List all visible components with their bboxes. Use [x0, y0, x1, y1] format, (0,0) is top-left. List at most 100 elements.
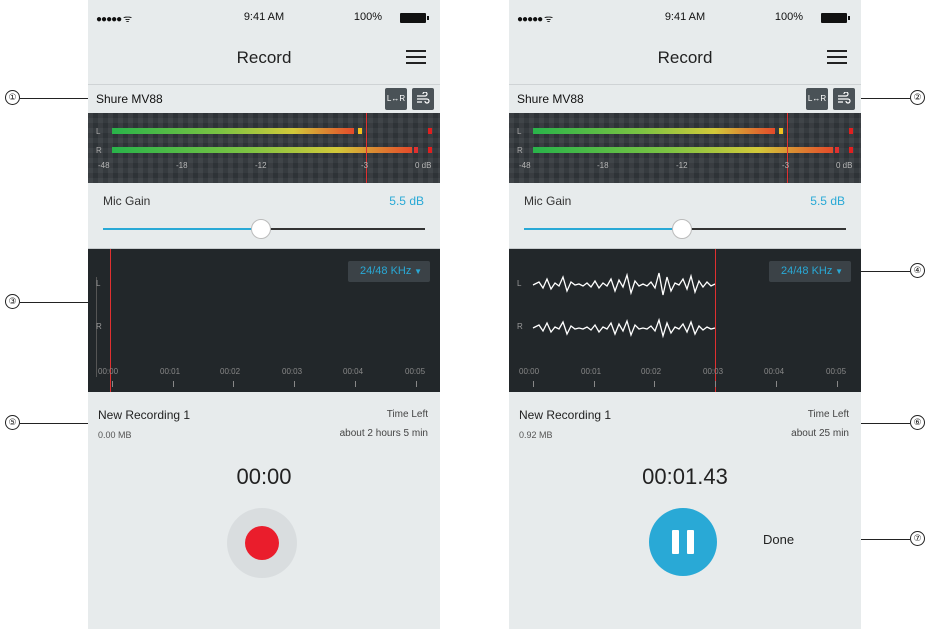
tick-mark	[715, 381, 716, 387]
level-meter: L R -48 -18 -12 -3 0 dB	[88, 113, 440, 183]
meter-scale-label: -18	[597, 161, 609, 170]
done-button[interactable]: Done	[763, 532, 794, 547]
meter-peak-left	[358, 128, 362, 134]
sample-rate-value: 24/48 KHz	[781, 265, 833, 277]
battery-percent: 100%	[353, 11, 382, 23]
wind-filter-button[interactable]	[412, 88, 434, 110]
meter-peak-left	[779, 128, 783, 134]
time-tick: 00:05	[826, 367, 847, 376]
time-tick: 00:01	[581, 367, 602, 376]
recording-timer: 00:00	[236, 464, 292, 489]
pause-button[interactable]	[649, 508, 717, 576]
tick-mark	[173, 381, 174, 387]
sample-rate-dropdown[interactable]: 24/48 KHz ▼	[348, 261, 430, 282]
lr-swap-button[interactable]: L↔R	[806, 88, 828, 110]
mic-gain-slider[interactable]	[103, 219, 425, 239]
right-screen: ●●●●● ᯤ 9:41 AM 100% Record Shure MV88 L…	[509, 0, 861, 629]
record-icon	[245, 526, 279, 560]
meter-scale-label: -12	[255, 161, 267, 170]
waveform-right-channel	[532, 317, 716, 339]
device-bar: Shure MV88 L↔R	[509, 84, 861, 112]
pause-icon	[687, 530, 694, 554]
time-tick: 00:04	[343, 367, 364, 376]
wind-icon	[838, 91, 851, 104]
mic-gain-panel: Mic Gain 5.5 dB	[88, 183, 440, 249]
record-button[interactable]	[227, 508, 297, 578]
meter-scale-label: -3	[361, 161, 369, 170]
callout-3: ③	[5, 294, 20, 309]
waveform-left-channel	[532, 272, 716, 296]
pause-icon	[672, 530, 679, 554]
level-meter: L R -48 -18 -12 -3 0 dB	[509, 113, 861, 183]
meter-channel-r: R	[96, 146, 102, 155]
mic-gain-slider[interactable]	[524, 219, 846, 239]
chevron-down-icon: ▼	[835, 267, 843, 276]
mic-gain-fill	[103, 228, 261, 230]
tick-mark	[355, 381, 356, 387]
lr-swap-button[interactable]: L↔R	[385, 88, 407, 110]
device-bar: Shure MV88 L↔R	[88, 84, 440, 112]
left-screen: ●●●●● ᯤ 9:41 AM 100% Record Shure MV88 L…	[88, 0, 440, 629]
time-tick: 00:03	[282, 367, 303, 376]
time-tick: 00:03	[703, 367, 724, 376]
callout-leader	[20, 302, 88, 303]
time-left-label: Time Left	[386, 409, 428, 420]
clip-indicator-left	[428, 128, 432, 134]
battery-icon	[821, 13, 850, 23]
callout-leader	[861, 98, 910, 99]
time-tick: 00:01	[160, 367, 181, 376]
tick-mark	[654, 381, 655, 387]
wind-filter-button[interactable]	[833, 88, 855, 110]
nav-bar: Record	[509, 36, 861, 80]
time-left-value: about 25 min	[791, 428, 849, 439]
meter-channel-r: R	[517, 146, 523, 155]
clip-indicator-right	[428, 147, 432, 153]
recording-timer: 00:01.43	[642, 464, 728, 489]
clip-indicator-left	[849, 128, 853, 134]
time-tick: 00:05	[405, 367, 426, 376]
mic-gain-value: 5.5 dB	[389, 194, 424, 208]
tick-mark	[837, 381, 838, 387]
callout-7: ⑦	[910, 531, 925, 546]
time-tick: 00:00	[98, 367, 119, 376]
callout-5: ⑤	[5, 415, 20, 430]
meter-scale-label: -48	[98, 161, 110, 170]
hamburger-menu-icon[interactable]	[827, 50, 847, 65]
meter-scale-label: 0 dB	[836, 161, 853, 170]
tick-mark	[416, 381, 417, 387]
callout-leader	[20, 98, 88, 99]
meter-bar-right	[533, 147, 833, 153]
tick-mark	[776, 381, 777, 387]
time-left-value: about 2 hours 5 min	[339, 428, 428, 439]
time-tick: 00:04	[764, 367, 785, 376]
hamburger-menu-icon[interactable]	[406, 50, 426, 65]
time-tick: 00:02	[641, 367, 662, 376]
meter-peak-right	[835, 147, 839, 153]
meter-target-marker	[787, 113, 788, 183]
recording-info: New Recording 1 0.92 MB Time Left about …	[509, 392, 861, 452]
device-name: Shure MV88	[517, 92, 584, 106]
status-bar: ●●●●● ᯤ 9:41 AM 100%	[88, 0, 440, 36]
device-name: Shure MV88	[96, 92, 163, 106]
battery-percent: 100%	[774, 11, 803, 23]
sample-rate-value: 24/48 KHz	[360, 265, 412, 277]
meter-peak-right	[414, 147, 418, 153]
mic-gain-thumb[interactable]	[671, 219, 692, 239]
callout-4: ④	[910, 263, 925, 278]
meter-scale-label: -18	[176, 161, 188, 170]
wave-channel-l: L	[96, 279, 101, 288]
mic-gain-panel: Mic Gain 5.5 dB	[509, 183, 861, 249]
callout-leader	[861, 423, 910, 424]
tick-mark	[533, 381, 534, 387]
page-title: Record	[236, 48, 292, 67]
mic-gain-value: 5.5 dB	[810, 194, 845, 208]
recording-info: New Recording 1 0.00 MB Time Left about …	[88, 392, 440, 452]
mic-gain-label: Mic Gain	[103, 194, 151, 208]
sample-rate-dropdown[interactable]: 24/48 KHz ▼	[769, 261, 851, 282]
mic-gain-thumb[interactable]	[250, 219, 271, 239]
wave-channel-r: R	[96, 322, 102, 331]
battery-icon	[400, 13, 429, 23]
mic-gain-label: Mic Gain	[524, 194, 572, 208]
meter-scale-label: 0 dB	[415, 161, 432, 170]
meter-scale-label: -48	[519, 161, 531, 170]
